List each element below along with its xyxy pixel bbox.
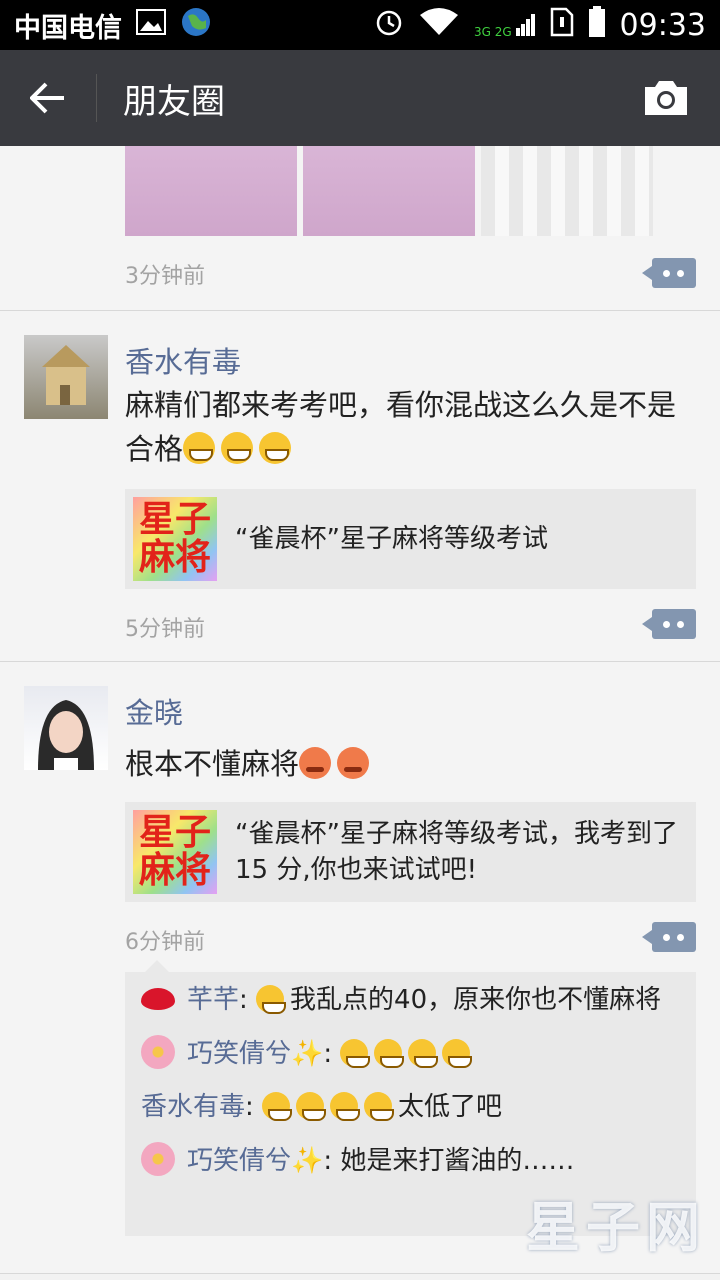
camera-button[interactable] — [642, 74, 690, 122]
dot-icon — [677, 621, 684, 628]
watermark: 星子网 — [526, 1196, 706, 1259]
photo-grid — [125, 146, 653, 236]
comment-button[interactable] — [642, 922, 696, 952]
photo-thumbnail[interactable] — [481, 146, 653, 236]
photo-thumbnail[interactable] — [125, 146, 297, 236]
cherry-blossom-icon — [141, 1142, 175, 1176]
author-name[interactable]: 香水有毒 — [125, 339, 241, 381]
shared-link-card[interactable]: 星子 麻将 “雀晨杯”星子麻将等级考试 — [125, 489, 696, 589]
link-thumbnail: 星子 麻将 — [133, 497, 217, 581]
globe-icon — [180, 6, 212, 45]
author-name[interactable]: 金晓 — [125, 690, 183, 732]
grin-emoji-icon — [374, 1039, 405, 1068]
dot-icon — [663, 934, 670, 941]
signal-icon: 3G 2G — [474, 12, 536, 38]
commenter-name[interactable]: 巧笑倩兮 — [187, 1039, 291, 1069]
alarm-icon — [374, 7, 404, 44]
link-title: “雀晨杯”星子麻将等级考试，我考到了 15 分,你也来试试吧! — [235, 819, 678, 885]
moments-feed[interactable]: 3分钟前 香水有毒 麻精们都来考考吧，看你混战这么久是不是合格 星子 麻将 “雀… — [0, 146, 720, 1280]
portrait-icon — [38, 700, 94, 770]
comment-button[interactable] — [642, 609, 696, 639]
dot-icon — [677, 270, 684, 277]
camera-icon — [645, 81, 687, 115]
cherry-blossom-icon — [141, 1035, 175, 1069]
commenter-name[interactable]: 香水有毒 — [141, 1092, 245, 1122]
thinking-emoji-icon — [256, 985, 287, 1014]
grin-emoji-icon — [340, 1039, 371, 1068]
sparkle-icon: ✨ — [291, 1039, 324, 1069]
avatar[interactable] — [24, 335, 108, 419]
comment-button[interactable] — [642, 258, 696, 288]
comment-item[interactable]: 香水有毒: 太低了吧 — [141, 1089, 680, 1125]
divider — [96, 74, 97, 122]
thinking-emoji-icon — [330, 1092, 361, 1121]
avatar[interactable] — [24, 686, 108, 770]
shared-link-card[interactable]: 星子 麻将 “雀晨杯”星子麻将等级考试，我考到了 15 分,你也来试试吧! — [125, 802, 696, 902]
link-thumbnail: 星子 麻将 — [133, 810, 217, 894]
page-title: 朋友圈 — [123, 81, 225, 122]
back-arrow-icon — [30, 82, 64, 114]
dot-icon — [677, 934, 684, 941]
post-text: 根本不懂麻将 — [125, 742, 700, 786]
post-time: 3分钟前 — [125, 264, 205, 289]
kiss-lips-icon — [141, 988, 175, 1010]
commenter-name[interactable]: 芊芊 — [187, 985, 239, 1015]
grin-emoji-icon — [221, 432, 254, 464]
thinking-emoji-icon — [364, 1092, 395, 1121]
angry-emoji-icon — [299, 747, 332, 779]
thinking-emoji-icon — [296, 1092, 327, 1121]
moment-post: 3分钟前 — [0, 146, 720, 311]
post-time: 6分钟前 — [125, 930, 205, 955]
angry-emoji-icon — [337, 747, 370, 779]
dot-icon — [663, 621, 670, 628]
wifi-icon — [418, 7, 460, 44]
photo-thumbnail[interactable] — [303, 146, 475, 236]
app-bar: 朋友圈 — [0, 50, 720, 146]
comment-item[interactable]: 巧笑倩兮✨: — [141, 1035, 680, 1072]
post-text: 麻精们都来考考吧，看你混战这么久是不是合格 — [125, 388, 677, 466]
link-title: “雀晨杯”星子麻将等级考试 — [235, 524, 548, 554]
sim-icon — [550, 7, 574, 44]
grin-emoji-icon — [408, 1039, 439, 1068]
comment-item[interactable]: 芊芊: 我乱点的40，原来你也不懂麻将 — [141, 982, 680, 1018]
sparkle-icon: ✨ — [291, 1146, 324, 1176]
post-time: 5分钟前 — [125, 617, 205, 642]
back-button[interactable] — [0, 50, 96, 146]
gallery-icon — [136, 8, 166, 42]
house-model-icon — [42, 345, 90, 405]
status-bar: 中国电信 3G 2G 09:33 — [0, 0, 720, 50]
thinking-emoji-icon — [262, 1092, 293, 1121]
grin-emoji-icon — [259, 432, 292, 464]
battery-icon — [588, 5, 606, 45]
clock: 09:33 — [619, 7, 706, 43]
comment-item[interactable]: 巧笑倩兮✨: 她是来打酱油的…… — [141, 1142, 680, 1179]
carrier-label: 中国电信 — [14, 12, 122, 44]
commenter-name[interactable]: 巧笑倩兮 — [187, 1146, 291, 1176]
grin-emoji-icon — [442, 1039, 473, 1068]
dot-icon — [663, 270, 670, 277]
moment-post: 香水有毒 麻精们都来考考吧，看你混战这么久是不是合格 星子 麻将 “雀晨杯”星子… — [0, 311, 720, 662]
grin-emoji-icon — [183, 432, 216, 464]
